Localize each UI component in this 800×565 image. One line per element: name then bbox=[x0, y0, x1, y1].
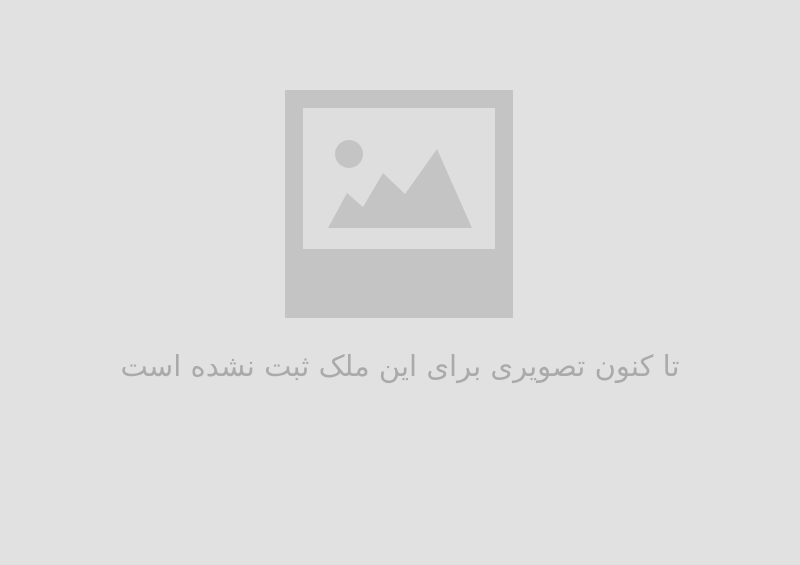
image-placeholder-icon bbox=[285, 90, 513, 318]
image-placeholder: تا کنون تصویری برای این ملک ثبت نشده است bbox=[0, 0, 800, 565]
no-image-message: تا کنون تصویری برای این ملک ثبت نشده است bbox=[120, 349, 680, 383]
sun-icon bbox=[335, 140, 363, 168]
